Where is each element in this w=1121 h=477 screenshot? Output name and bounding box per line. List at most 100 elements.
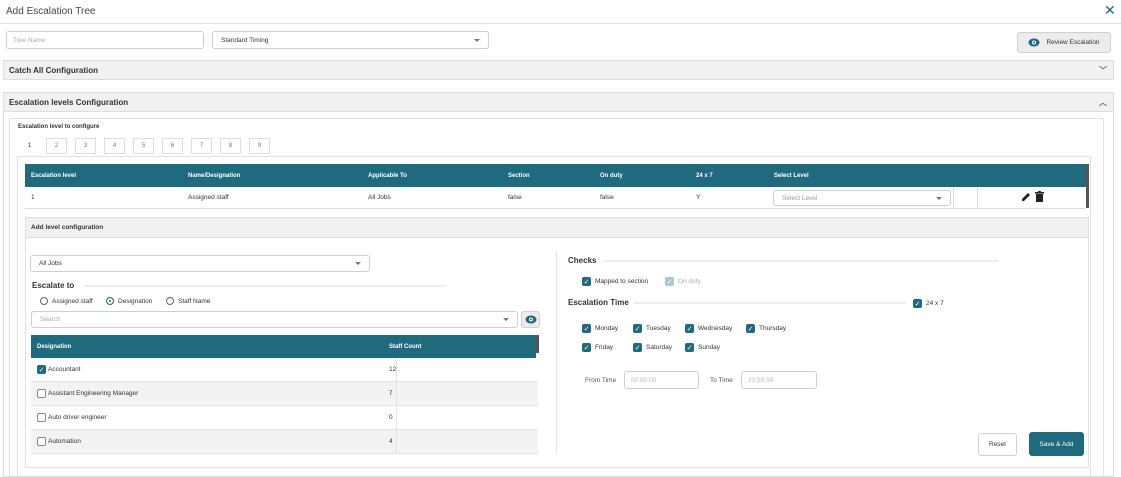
col-name-designation: Name/Designation: [188, 172, 241, 179]
table-row[interactable]: Assistant Engineering Manager 7: [31, 382, 538, 406]
to-time-input[interactable]: 23:59:59: [741, 371, 817, 389]
chevron-down-icon: ﹀: [1099, 65, 1107, 75]
eye-icon: [1028, 38, 1040, 47]
day-label: Thursday: [759, 325, 787, 332]
checkbox[interactable]: ✓: [633, 343, 642, 352]
table-row[interactable]: ✓ Accountant 12: [31, 358, 538, 382]
checkbox[interactable]: ✓: [582, 324, 591, 333]
tree-name-input[interactable]: Tree Name: [6, 31, 204, 49]
level-tab-9[interactable]: 9: [249, 138, 270, 154]
review-escalation-button[interactable]: Review Escalation: [1017, 32, 1111, 53]
table-scrollbar[interactable]: [536, 335, 539, 353]
level-tab-6[interactable]: 6: [162, 138, 183, 154]
add-level-header: Add level configuration: [25, 217, 1089, 238]
divider: [603, 260, 999, 262]
radio-label: Staff Name: [178, 297, 211, 305]
row-24x7: Y: [696, 194, 701, 201]
table-row[interactable]: Auto driver engineer 0: [31, 406, 538, 430]
level-tab-label: 7: [199, 143, 204, 149]
radio-circle[interactable]: [106, 297, 114, 305]
jobs-select[interactable]: All Jobs: [30, 255, 370, 272]
level-tab-label: 3: [83, 143, 88, 149]
timing-select[interactable]: Standard Timing: [212, 31, 489, 49]
radio-label: Designation: [118, 297, 153, 305]
day-saturday-checkbox[interactable]: ✓ Saturday: [633, 343, 672, 352]
col-designation: Designation: [37, 343, 72, 350]
24x7-checkbox[interactable]: ✓ 24 x 7: [913, 299, 944, 308]
radio-staff-name[interactable]: Staff Name: [166, 297, 210, 305]
row-checkbox[interactable]: ✓: [37, 365, 46, 374]
level-tab-8[interactable]: 8: [220, 138, 241, 154]
level-tab-1[interactable]: 1: [19, 138, 40, 154]
checkbox[interactable]: ✓: [633, 324, 642, 333]
review-escalation-label: Review Escalation: [1046, 39, 1100, 46]
col-select-level: Select Level: [774, 172, 809, 179]
save-and-add-button[interactable]: Save & Add: [1029, 432, 1084, 456]
escalation-time-label: Escalation Time: [568, 298, 629, 307]
designation-table-header: Designation Staff Count: [31, 335, 536, 358]
catch-all-panel-header[interactable]: Catch All Configuration ﹀: [3, 60, 1114, 80]
level-tab-4[interactable]: 4: [104, 138, 125, 154]
checkbox[interactable]: ✓: [685, 324, 694, 333]
modal-header: Add Escalation Tree ✕: [0, 0, 1121, 24]
day-sunday-checkbox[interactable]: ✓ Sunday: [685, 343, 720, 352]
divider: [84, 285, 446, 287]
checkbox[interactable]: ✓: [582, 277, 591, 286]
radio-assigned-staff[interactable]: Assigned staff: [40, 297, 93, 305]
checks-label: Checks: [568, 256, 597, 265]
radio-circle[interactable]: [166, 297, 174, 305]
radio-circle[interactable]: [40, 297, 48, 305]
checkbox[interactable]: ✓: [582, 343, 591, 352]
radio-designation[interactable]: Designation: [106, 297, 152, 305]
edit-icon[interactable]: [1021, 192, 1031, 202]
row-checkbox[interactable]: [37, 437, 46, 446]
day-friday-checkbox[interactable]: ✓ Friday: [582, 343, 613, 352]
level-tab-7[interactable]: 7: [191, 138, 212, 154]
mapped-to-section-checkbox[interactable]: ✓ Mapped to section: [582, 277, 648, 286]
column-divider: [556, 252, 557, 454]
checkbox[interactable]: ✓: [665, 277, 674, 286]
level-tab-5[interactable]: 5: [133, 138, 154, 154]
col-24x7: 24 x 7: [696, 172, 713, 179]
from-time-input[interactable]: 00:00:00: [624, 371, 699, 389]
levels-panel-header[interactable]: Escalation levels Configuration ︿: [3, 92, 1114, 112]
row-checkbox[interactable]: [37, 413, 46, 422]
checkbox[interactable]: ✓: [746, 324, 755, 333]
chevron-up-icon: ︿: [1099, 97, 1107, 107]
day-thursday-checkbox[interactable]: ✓ Thursday: [746, 324, 786, 333]
day-monday-checkbox[interactable]: ✓ Monday: [582, 324, 618, 333]
day-label: Friday: [595, 344, 614, 351]
day-wednesday-checkbox[interactable]: ✓ Wednesday: [685, 324, 732, 333]
select-level-dropdown[interactable]: Select Level: [773, 190, 951, 206]
delete-icon[interactable]: [1035, 191, 1044, 202]
cell-divider: [396, 382, 397, 406]
col-escalation-level: Escalation level: [31, 172, 77, 179]
reset-label: Reset: [989, 441, 1006, 448]
checkbox[interactable]: ✓: [913, 299, 922, 308]
day-label: Tuesday: [646, 325, 671, 332]
from-time-value: 00:00:00: [631, 376, 657, 384]
level-tab-label: 1: [27, 143, 32, 149]
col-staff-count: Staff Count: [389, 343, 422, 350]
row-checkbox[interactable]: [37, 389, 46, 398]
level-tab-3[interactable]: 3: [75, 138, 96, 154]
view-staff-button[interactable]: [521, 311, 540, 328]
checkbox[interactable]: ✓: [685, 343, 694, 352]
level-tab-2[interactable]: 2: [46, 138, 67, 154]
designation-search-input[interactable]: Search: [31, 311, 518, 328]
day-label: Wednesday: [698, 325, 733, 332]
day-tuesday-checkbox[interactable]: ✓ Tuesday: [633, 324, 671, 333]
close-icon[interactable]: ✕: [1104, 2, 1116, 19]
table-row[interactable]: Automation 4: [31, 430, 538, 454]
on-duty-checkbox[interactable]: ✓ On duty: [665, 277, 701, 286]
staff-count: 0: [389, 414, 393, 421]
level-table-header: Escalation level Name/Designation Applic…: [25, 164, 1086, 187]
table-scrollbar[interactable]: [1086, 164, 1089, 208]
level-tab-label: 6: [170, 143, 175, 149]
level-tab-label: 4: [112, 143, 117, 149]
reset-button[interactable]: Reset: [978, 433, 1017, 456]
level-configure-label: Escalation level to configure: [18, 124, 100, 130]
escalate-to-label: Escalate to: [32, 281, 75, 290]
levels-panel-title: Escalation levels Configuration: [9, 97, 129, 107]
cell-divider: [977, 187, 978, 209]
